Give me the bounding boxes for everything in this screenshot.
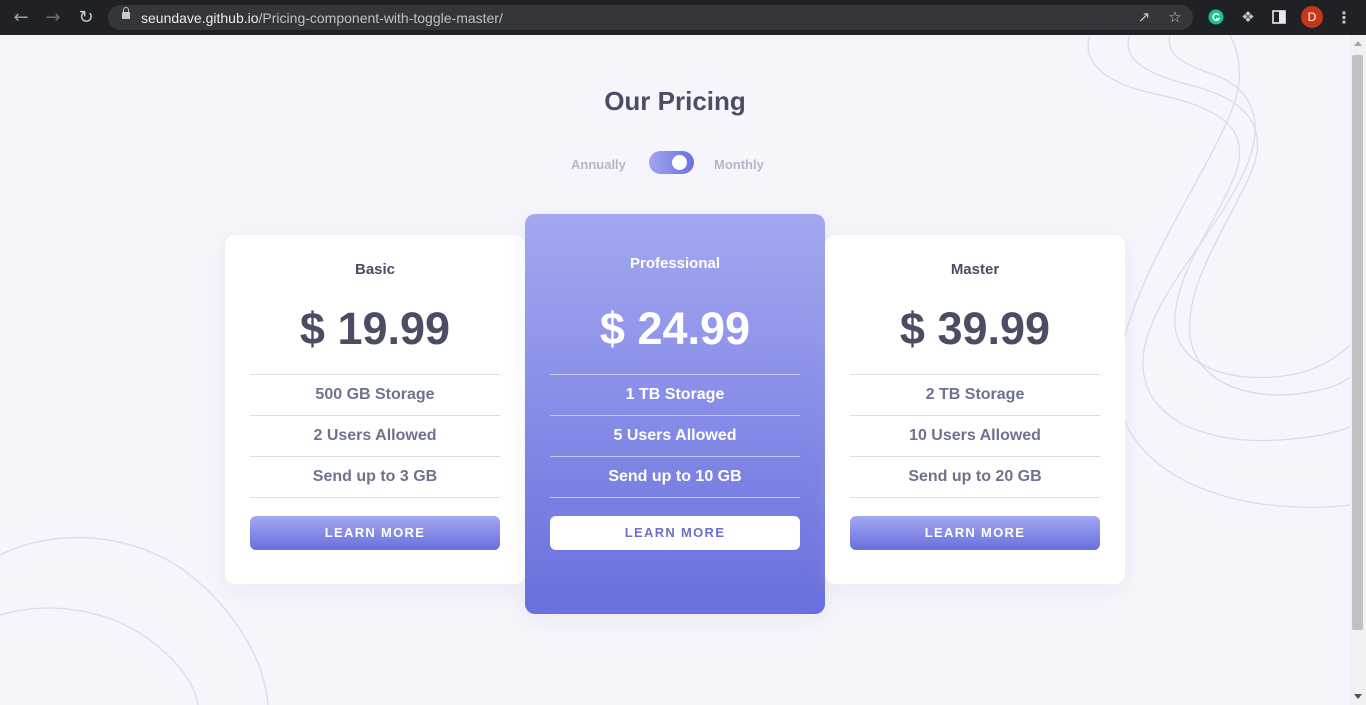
grammarly-extension-icon[interactable] [1206, 7, 1226, 27]
pricing-card-basic: Basic $ 19.99 500 GB Storage 2 Users All… [225, 235, 525, 584]
scroll-thumb[interactable] [1352, 55, 1363, 630]
address-bar[interactable]: seundave.github.io/Pricing-component-wit… [108, 5, 1193, 30]
feature-storage: 2 TB Storage [850, 374, 1100, 415]
page-title: Our Pricing [604, 86, 746, 116]
monthly-label[interactable]: Monthly [714, 157, 764, 172]
feature-users: 5 Users Allowed [550, 415, 800, 456]
learn-more-button[interactable]: LEARN MORE [850, 516, 1100, 550]
back-icon[interactable]: ← [10, 6, 32, 28]
feature-storage: 1 TB Storage [550, 374, 800, 415]
billing-toggle-switch[interactable] [649, 151, 694, 174]
url-host: seundave.github.io [141, 10, 259, 26]
annually-label[interactable]: Annually [571, 157, 626, 172]
side-panel-icon[interactable] [1269, 7, 1289, 27]
plan-name: Professional [629, 255, 721, 272]
profile-avatar[interactable]: D [1301, 6, 1323, 28]
plan-price: $ 24.99 [599, 303, 751, 354]
forward-icon[interactable]: → [42, 6, 64, 28]
scroll-down-arrow-icon[interactable] [1354, 694, 1362, 699]
plan-price: $ 19.99 [299, 303, 451, 354]
scroll-up-arrow-icon[interactable] [1354, 41, 1362, 46]
plan-name: Master [950, 261, 1000, 278]
learn-more-button[interactable]: LEARN MORE [250, 516, 500, 550]
feature-users: 2 Users Allowed [250, 415, 500, 456]
feature-send-limit: Send up to 10 GB [550, 456, 800, 498]
browser-toolbar: ← → ↻ seundave.github.io/Pricing-compone… [0, 0, 1366, 35]
plan-price: $ 39.99 [899, 303, 1051, 354]
feature-send-limit: Send up to 3 GB [250, 456, 500, 498]
star-icon[interactable]: ☆ [1166, 8, 1184, 26]
pricing-card-professional: Professional $ 24.99 1 TB Storage 5 User… [525, 214, 825, 614]
extensions-puzzle-icon[interactable]: ❖ [1238, 7, 1258, 27]
page-content: Our Pricing Annually Monthly Basic $ 19.… [0, 35, 1350, 705]
reload-icon[interactable]: ↻ [75, 6, 97, 28]
more-menu-icon[interactable]: ⋮ [1334, 7, 1354, 27]
learn-more-button[interactable]: LEARN MORE [550, 516, 800, 550]
pricing-card-master: Master $ 39.99 2 TB Storage 10 Users All… [825, 235, 1125, 584]
feature-storage: 500 GB Storage [250, 374, 500, 415]
url-path: /Pricing-component-with-toggle-master/ [258, 10, 503, 26]
toggle-knob[interactable] [672, 155, 687, 170]
feature-users: 10 Users Allowed [850, 415, 1100, 456]
lock-icon[interactable] [122, 7, 130, 19]
vertical-scrollbar[interactable] [1350, 35, 1366, 705]
plan-name: Basic [354, 261, 396, 278]
url-text[interactable]: seundave.github.io/Pricing-component-wit… [141, 10, 503, 26]
share-icon[interactable]: ↗ [1135, 8, 1153, 26]
billing-toggle-row: Annually Monthly [0, 151, 1350, 177]
feature-send-limit: Send up to 20 GB [850, 456, 1100, 498]
